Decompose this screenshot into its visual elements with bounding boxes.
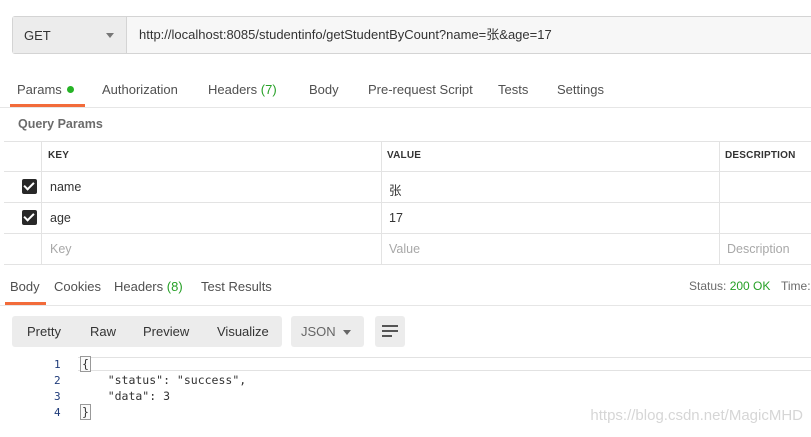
response-tab-headers[interactable]: Headers (8) — [114, 279, 183, 294]
tab-headers[interactable]: Headers (7) — [208, 80, 277, 100]
tab-settings[interactable]: Settings — [557, 80, 604, 100]
watermark: https://blog.csdn.net/MagicMHD — [590, 407, 803, 424]
new-value-input[interactable]: Value — [389, 242, 420, 256]
param-checkbox-age[interactable] — [22, 210, 37, 225]
method-select[interactable]: GET — [13, 17, 127, 53]
param-value-cell[interactable]: 17 — [389, 211, 403, 225]
tab-authorization[interactable]: Authorization — [102, 80, 178, 100]
divider — [4, 233, 811, 234]
response-tab-body[interactable]: Body — [10, 279, 40, 294]
divider — [719, 141, 720, 265]
wrap-icon-line — [382, 330, 398, 332]
response-tab-test-results[interactable]: Test Results — [201, 279, 272, 294]
tab-body[interactable]: Body — [309, 80, 339, 100]
line-number: 3 — [54, 390, 61, 403]
code-line[interactable]: "data": 3 — [80, 389, 170, 403]
code-line[interactable]: } — [80, 404, 91, 420]
url-input[interactable]: http://localhost:8085/studentinfo/getStu… — [139, 17, 552, 53]
divider — [4, 264, 811, 265]
wrap-lines-button[interactable] — [375, 316, 405, 347]
chevron-down-icon — [343, 330, 351, 335]
tab-pre-request-script[interactable]: Pre-request Script — [368, 80, 473, 100]
query-params-title: Query Params — [18, 117, 103, 131]
wrap-icon-line — [382, 335, 392, 337]
tab-tests[interactable]: Tests — [498, 80, 528, 100]
code-line[interactable]: { — [80, 356, 91, 372]
new-description-input[interactable]: Description — [727, 242, 790, 256]
view-mode-preview[interactable]: Preview — [143, 324, 189, 339]
current-line-highlight — [78, 357, 811, 371]
wrap-icon-line — [382, 325, 398, 327]
response-headers-count-badge: (8) — [166, 279, 183, 294]
divider — [0, 107, 811, 108]
view-mode-selector: Pretty Raw Preview Visualize — [12, 316, 282, 347]
response-status: Status: 200 OK — [689, 279, 771, 293]
format-label: JSON — [301, 324, 336, 339]
request-url-bar: GET http://localhost:8085/studentinfo/ge… — [12, 16, 811, 54]
divider — [0, 305, 811, 306]
view-mode-visualize[interactable]: Visualize — [217, 324, 269, 339]
divider — [4, 171, 811, 172]
column-header-description: DESCRIPTION — [725, 150, 796, 161]
param-checkbox-name[interactable] — [22, 179, 37, 194]
param-key-cell[interactable]: age — [50, 211, 71, 225]
chevron-down-icon — [106, 33, 114, 38]
format-select[interactable]: JSON — [291, 316, 364, 347]
divider — [4, 202, 811, 203]
tab-params[interactable]: Params — [17, 80, 74, 100]
code-line[interactable]: "status": "success", — [80, 373, 246, 387]
response-tab-cookies[interactable]: Cookies — [54, 279, 101, 294]
view-mode-pretty[interactable]: Pretty — [27, 324, 61, 339]
status-code: 200 OK — [729, 279, 771, 293]
response-time-label: Time: — [781, 279, 811, 293]
view-mode-raw[interactable]: Raw — [90, 324, 116, 339]
column-header-value: VALUE — [387, 150, 422, 161]
divider — [41, 141, 42, 265]
column-header-key: KEY — [48, 150, 70, 161]
new-key-input[interactable]: Key — [50, 242, 72, 256]
line-number: 1 — [54, 358, 61, 371]
line-number: 2 — [54, 374, 61, 387]
param-value-cell[interactable]: 张 — [389, 180, 402, 199]
param-key-cell[interactable]: name — [50, 180, 81, 194]
line-number: 4 — [54, 406, 61, 419]
params-active-dot-icon — [66, 86, 74, 93]
method-label: GET — [24, 27, 51, 43]
headers-count-badge: (7) — [260, 82, 277, 97]
divider — [381, 141, 382, 265]
